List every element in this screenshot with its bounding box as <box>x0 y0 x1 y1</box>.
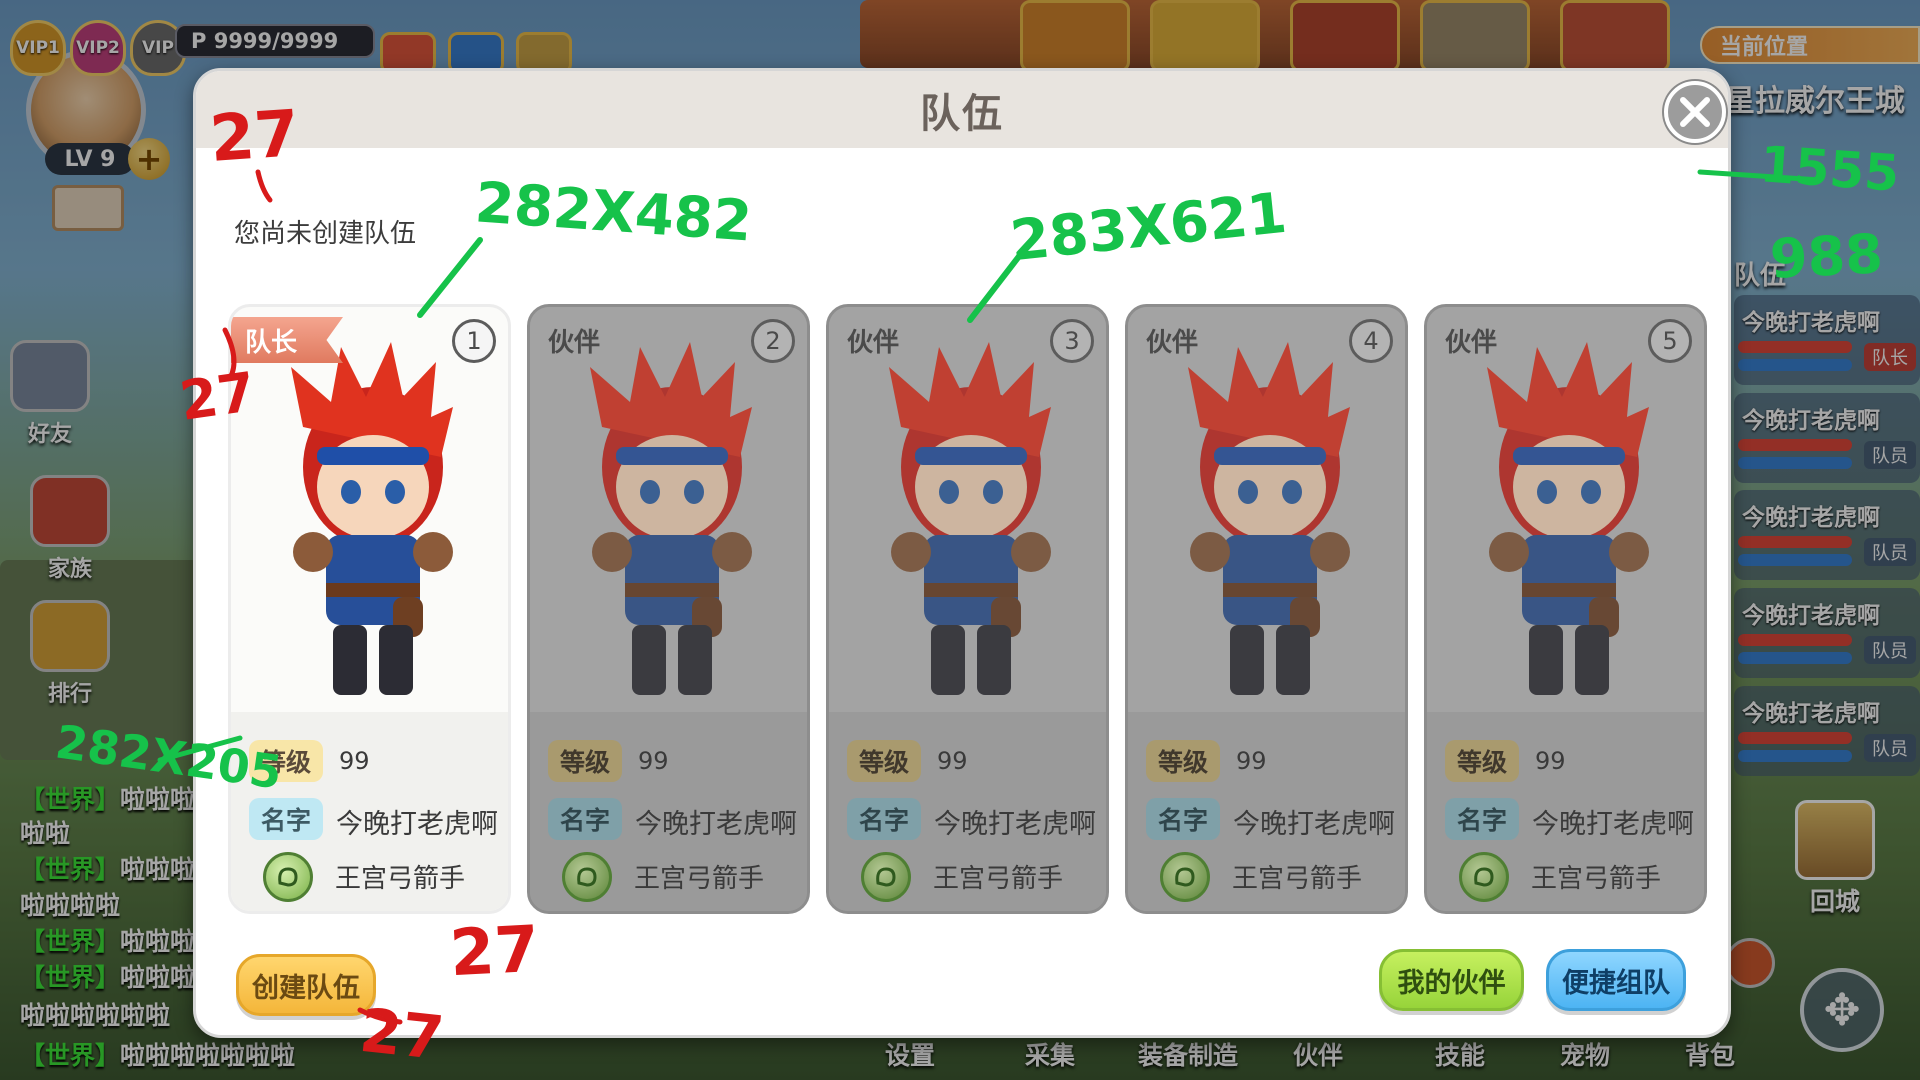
team-slot-3[interactable]: 伙伴 3 等级 99 名字 今晚打老虎啊 王宫弓箭手 <box>826 304 1109 914</box>
member-name: 今晚打老虎啊 <box>1233 809 1395 840</box>
member-class: 王宫弓箭手 <box>1232 864 1363 894</box>
member-class: 王宫弓箭手 <box>634 864 765 894</box>
slot-number: 5 <box>1648 319 1692 363</box>
hero-illustration <box>1188 342 1350 695</box>
character-portrait <box>1128 307 1405 712</box>
member-info: 等级 99 名字 今晚打老虎啊 王宫弓箭手 <box>231 712 508 911</box>
team-slot-1[interactable]: 队长 1 等级 99 名字 今晚打老虎啊 王宫弓箭手 <box>228 304 511 914</box>
name-tag: 名字 <box>1445 798 1519 840</box>
team-slot-2[interactable]: 伙伴 2 等级 99 名字 今晚打老虎啊 王宫弓箭手 <box>527 304 810 914</box>
scroll-icon <box>562 852 612 902</box>
create-team-button[interactable]: 创建队伍 <box>236 954 376 1016</box>
character-portrait <box>829 307 1106 712</box>
member-class: 王宫弓箭手 <box>933 864 1064 894</box>
scroll-icon <box>861 852 911 902</box>
member-info: 等级 99 名字 今晚打老虎啊 王宫弓箭手 <box>530 712 807 911</box>
hero-illustration <box>291 342 453 695</box>
level-tag: 等级 <box>1445 740 1519 782</box>
scroll-icon <box>1160 852 1210 902</box>
member-level: 99 <box>638 747 669 775</box>
name-tag: 名字 <box>1146 798 1220 840</box>
character-portrait <box>530 307 807 712</box>
member-info: 等级 99 名字 今晚打老虎啊 王宫弓箭手 <box>829 712 1106 911</box>
my-partner-button[interactable]: 我的伙伴 <box>1379 949 1524 1011</box>
level-tag: 等级 <box>847 740 921 782</box>
level-tag: 等级 <box>249 740 323 782</box>
role-label: 伙伴 <box>847 328 900 358</box>
modal-header: 队伍 <box>196 71 1728 148</box>
member-info: 等级 99 名字 今晚打老虎啊 王宫弓箭手 <box>1427 712 1704 911</box>
member-name: 今晚打老虎啊 <box>635 809 797 840</box>
team-modal: 队伍 您尚未创建队伍 队长 1 等级 99 名字 今晚打老虎啊 王宫弓箭手 伙伴… <box>193 68 1731 1038</box>
member-info: 等级 99 名字 今晚打老虎啊 王宫弓箭手 <box>1128 712 1405 911</box>
member-level: 99 <box>1535 747 1566 775</box>
member-class: 王宫弓箭手 <box>1531 864 1662 894</box>
team-slot-4[interactable]: 伙伴 4 等级 99 名字 今晚打老虎啊 王宫弓箭手 <box>1125 304 1408 914</box>
character-portrait <box>231 307 508 712</box>
name-tag: 名字 <box>847 798 921 840</box>
leader-ribbon: 队长 <box>231 317 343 363</box>
slot-number: 1 <box>452 319 496 363</box>
name-tag: 名字 <box>249 798 323 840</box>
modal-title: 队伍 <box>920 90 1004 137</box>
slot-number: 2 <box>751 319 795 363</box>
level-tag: 等级 <box>548 740 622 782</box>
hero-illustration <box>889 342 1051 695</box>
team-slots: 队长 1 等级 99 名字 今晚打老虎啊 王宫弓箭手 伙伴 2 等级 99 名字… <box>228 304 1712 914</box>
scroll-icon <box>263 852 313 902</box>
name-tag: 名字 <box>548 798 622 840</box>
member-name: 今晚打老虎啊 <box>934 809 1096 840</box>
member-level: 99 <box>937 747 968 775</box>
character-portrait <box>1427 307 1704 712</box>
scroll-icon <box>1459 852 1509 902</box>
member-level: 99 <box>339 747 370 775</box>
close-icon <box>1680 97 1710 127</box>
role-label: 伙伴 <box>1445 328 1498 358</box>
level-tag: 等级 <box>1146 740 1220 782</box>
slot-number: 4 <box>1349 319 1393 363</box>
member-class: 王宫弓箭手 <box>335 864 466 894</box>
member-name: 今晚打老虎啊 <box>336 809 498 840</box>
member-level: 99 <box>1236 747 1267 775</box>
member-name: 今晚打老虎啊 <box>1532 809 1694 840</box>
slot-number: 3 <box>1050 319 1094 363</box>
close-button[interactable] <box>1664 81 1726 143</box>
hero-illustration <box>1487 342 1649 695</box>
team-status-text: 您尚未创建队伍 <box>234 219 417 249</box>
hero-illustration <box>590 342 752 695</box>
role-label: 伙伴 <box>1146 328 1199 358</box>
team-slot-5[interactable]: 伙伴 5 等级 99 名字 今晚打老虎啊 王宫弓箭手 <box>1424 304 1707 914</box>
role-label: 伙伴 <box>548 328 601 358</box>
quick-team-button[interactable]: 便捷组队 <box>1546 949 1686 1011</box>
